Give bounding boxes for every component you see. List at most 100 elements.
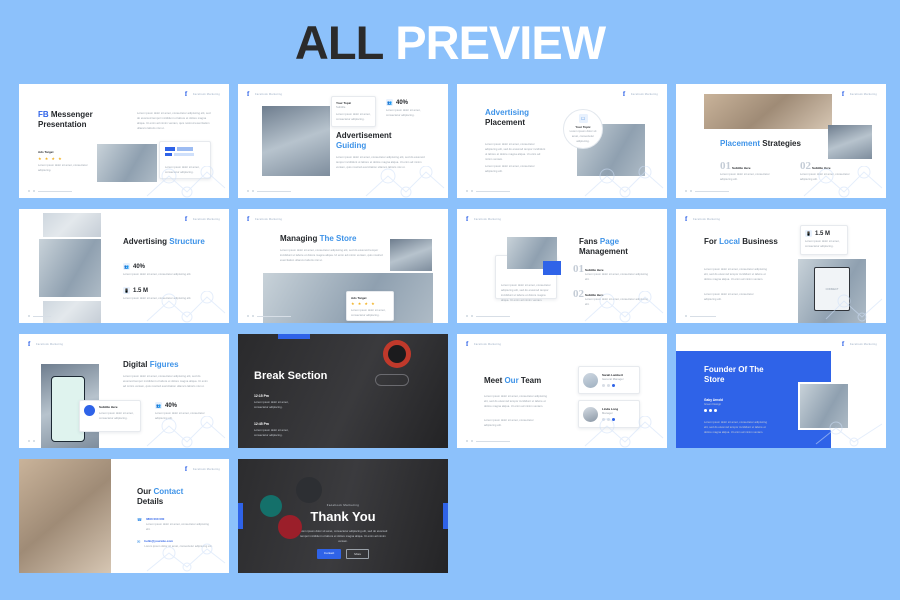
facebook-brand-mark: f Facebook Marketing [685,216,720,223]
footer-dot-icon [685,315,687,317]
page-title-secondary: PREVIEW [395,15,606,69]
facebook-brand-mark: f Facebook Marketing [247,216,282,223]
contact-button[interactable]: Contact [316,549,342,559]
slide-title-accent: The Store [319,234,357,243]
subtitle-card: Subtitle Here Lorem ipsum dolor sit amet… [79,400,141,432]
item-label: Subtitle Here [732,166,751,170]
social-dot-icon[interactable] [704,409,707,413]
slide-title-accent: Local [719,237,741,246]
social-dot-icon[interactable] [602,383,605,387]
slide-footer [466,190,510,192]
desk-prop-cup-inner [388,345,406,363]
item-number: 01 [573,263,584,275]
slide-thumbnail-managing-the-store[interactable]: f Facebook Marketing Managing The Store … [238,209,448,323]
slide-title: Meet Our Team [484,376,541,386]
footer-dot-icon [28,190,30,192]
slide-thumbnail-fb-messenger-presentation[interactable]: f Facebook Marketing FB Messenger Presen… [19,84,229,198]
slide-footer [685,190,729,192]
slide-title: FB Messenger Presentation [38,110,112,130]
slide-thumbnail-break-section[interactable]: Break Section 12:15 Pm Lorem ipsum dolor… [238,334,448,448]
topic-circle: ☐ Your Topic Lorem ipsum dolor sit amet,… [563,109,603,149]
desk-prop-circle [296,477,322,503]
contact-note: Lorem ipsum dolor sit amet, consectetur … [145,523,209,532]
slide-photo [19,459,111,573]
thankyou-body: Lorem ipsum dolor sit amet, consectetur … [298,530,388,544]
network-decoration-icon [146,291,226,323]
messenger-icon [84,405,95,416]
brand-label: Facebook Marketing [474,217,502,221]
social-dot-icon[interactable] [709,409,712,413]
facebook-brand-mark: f Facebook Marketing [28,340,64,348]
facebook-icon: f [466,340,469,348]
footer-bar [257,190,291,192]
footer-dot-icon [466,315,468,317]
slide-title-main: Managing [280,234,318,243]
slide-thumbnail-advertising-placement[interactable]: f Facebook Marketing Advertising Placeme… [457,84,667,198]
footer-dot-icon [466,440,468,442]
social-dot-icon[interactable] [612,383,615,387]
desk-prop-glasses-icon [375,374,409,386]
slide-title-accent: Contact [153,487,184,496]
slide-title-line2: Store [704,375,725,384]
slide-thumbnail-for-local-business[interactable]: f Facebook Marketing For Local Business … [676,209,886,323]
slide-title-main: Advertisement [336,131,392,140]
brand-label: Facebook Marketing [192,92,220,96]
slide-thumbnail-advertising-structure[interactable]: f Facebook Marketing Advertising Structu… [19,209,229,323]
footer-dot-icon [33,440,35,442]
slide-title: Founder Of The Store [704,365,764,385]
slide-title-main: Advertising [123,237,168,246]
facebook-brand-mark: f Facebook Marketing [842,341,877,348]
social-dot-icon[interactable] [714,409,717,413]
slide-footer [28,315,51,317]
contact-item[interactable]: ☎ 0800 000 000 Lorem ipsum dolor sit ame… [137,517,213,532]
slide-thumbnail-placement-strategies[interactable]: f Facebook Marketing Placement Strategie… [676,84,886,198]
slide-photo-top [43,213,101,237]
slide-thumbnail-founder-of-the-store[interactable]: f Facebook Marketing Founder Of The Stor… [676,334,886,448]
facebook-brand-mark: f Facebook Marketing [466,340,501,348]
network-decoration-icon [146,166,226,198]
users-icon: 👥 [123,263,130,270]
stat-value: 40% [133,263,146,270]
network-decoration-icon [146,416,226,448]
item-text: Lorem ipsum dolor sit amet, consectetur … [585,273,648,282]
slide-title: Placement Strategies [720,139,801,149]
team-member-card[interactable]: Sarah Lambert General Manager [578,366,640,394]
topic-card: Your Topic Subtitle Lorem ipsum dolor si… [331,96,376,127]
slide-title: Advertisement Guiding [336,131,392,151]
slide-thumbnail-fans-page-management[interactable]: f Facebook Marketing Lorem ipsum dolor s… [457,209,667,323]
slide-thumbnail-thank-you[interactable]: Facebook Marketing Thank You Lorem ipsum… [238,459,448,573]
slide-photo [262,106,330,176]
more-button[interactable]: More [346,549,370,559]
users-icon: 👥 [155,402,162,409]
device-label: CONNECT [825,287,839,291]
slide-title-pre: Meet [484,376,505,385]
social-links[interactable] [704,409,723,413]
network-decoration-icon [365,166,445,198]
footer-bar [476,190,510,192]
footer-bar [476,440,510,442]
footer-dot-icon [247,190,249,192]
social-links[interactable] [602,383,624,387]
slide-thumbnail-digital-figures[interactable]: f Facebook Marketing Digital Figures Lor… [19,334,229,448]
slide-title: Managing The Store [280,234,356,244]
slide-thumbnail-meet-our-team[interactable]: f Facebook Marketing Meet Our Team Lorem… [457,334,667,448]
slide-grid: f Facebook Marketing FB Messenger Presen… [0,84,900,573]
brand-label: Facebook Marketing [36,342,64,346]
break-time-desc: Lorem ipsum dolor sit amet, consectetur … [254,401,289,410]
footer-dot-icon [471,440,473,442]
slide-title-accent: Advertising [485,108,530,117]
slide-body-text: Lorem ipsum dolor sit amet, consectetur … [137,112,211,131]
slide-body-text-2: Lorem ipsum dolor sit amet, consectetur … [484,419,534,428]
slide-title-accent: Figures [149,360,179,369]
social-dot-icon[interactable] [607,383,610,387]
slide-body-text: Lorem ipsum dolor sit amet, consectetur … [123,375,208,389]
slide-thumbnail-advertisement-guiding[interactable]: f Facebook Marketing Your Topic Subtitle… [238,84,448,198]
card-text: Lorem ipsum dolor sit amet, consectetur … [501,284,551,303]
facebook-icon: f [841,90,845,98]
slide-title-pre: For [704,237,720,246]
slide-thumbnail-our-contact-details[interactable]: f Facebook Marketing Our Contact Details… [19,459,229,573]
slide-title: Advertising Placement [485,108,529,128]
facebook-icon: f [28,340,31,348]
footer-dot-icon [471,315,473,317]
slide-body-text: Lorem ipsum dolor sit amet, consectetur … [484,395,547,409]
